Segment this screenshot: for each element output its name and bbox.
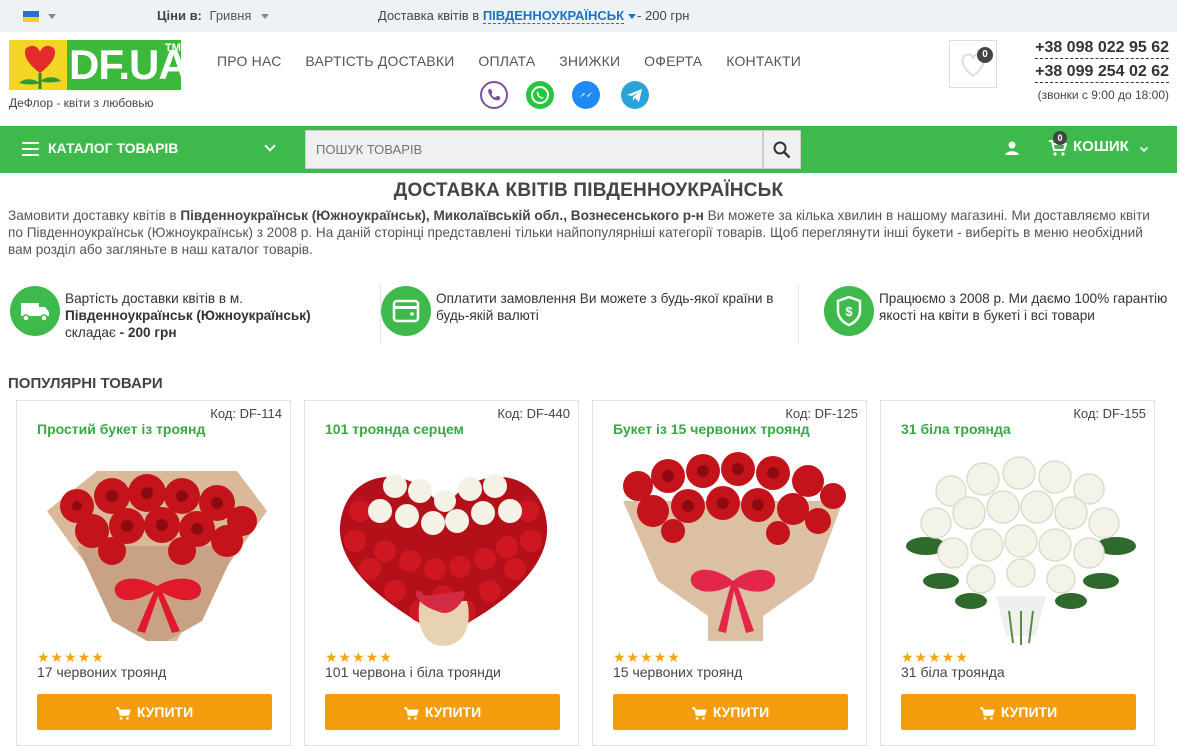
buy-label: КУПИТИ — [424, 704, 482, 720]
product-name[interactable]: Простий букет із троянд — [37, 421, 205, 437]
cart-icon — [691, 707, 707, 720]
feature-2-text: Оплатити замовлення Ви можете з будь-яко… — [436, 291, 774, 323]
nav-item-offer[interactable]: ОФЕРТА — [644, 53, 702, 69]
buy-label: КУПИТИ — [712, 704, 770, 720]
phone-2[interactable]: +38 099 254 02 62 — [1035, 62, 1169, 83]
search-button[interactable] — [763, 130, 801, 169]
product-card[interactable]: Код: DF-114 Простий букет із троянд ★★★★… — [16, 400, 291, 746]
product-subtitle: 101 червона і біла троянди — [325, 664, 501, 680]
intro-part: Замовити доставку квітів в — [8, 208, 181, 223]
product-subtitle: 17 червоних троянд — [37, 664, 167, 680]
delivery-price: - 200 грн — [637, 8, 690, 23]
product-code: Код: DF-114 — [210, 406, 282, 421]
buy-button[interactable]: КУПИТИ — [613, 694, 848, 730]
ukraine-flag-icon[interactable] — [23, 11, 39, 22]
nav-item-about[interactable]: ПРО НАС — [217, 53, 282, 69]
chevron-down-icon[interactable] — [264, 140, 276, 152]
language-dropdown-caret-icon[interactable] — [48, 14, 56, 19]
cart-icon — [403, 707, 419, 720]
delivery-text: Доставка квітів в — [378, 8, 480, 23]
feature-1-price: - 200 грн — [119, 325, 177, 340]
nav-item-payment[interactable]: ОПЛАТА — [478, 53, 535, 69]
popular-title: ПОПУЛЯРНІ ТОВАРИ — [8, 375, 163, 392]
feature-3-text: Працюємо з 2008 р. Ми даємо 100% гаранті… — [879, 291, 1168, 323]
buy-button[interactable]: КУПИТИ — [37, 694, 272, 730]
cart-count: 0 — [1053, 131, 1067, 145]
product-card[interactable]: Код: DF-155 31 біла троянда ★★★★★ 31 біл… — [880, 400, 1155, 746]
nav-bar: КАТАЛОГ ТОВАРІВ 0 КОШИК — [0, 126, 1177, 173]
phone-1[interactable]: +38 098 022 95 62 — [1035, 38, 1169, 59]
nav-item-discounts[interactable]: ЗНИЖКИ — [559, 53, 620, 69]
chevron-down-icon[interactable] — [628, 14, 637, 20]
product-image[interactable] — [613, 451, 853, 646]
catalog-button[interactable]: КАТАЛОГ ТОВАРІВ — [22, 140, 178, 156]
product-name[interactable]: 31 біла троянда — [901, 421, 1011, 437]
page-title: ДОСТАВКА КВІТІВ ПІВДЕННОУКРАЇНСЬК — [393, 180, 784, 201]
prices-label: Ціни в: — [157, 8, 202, 23]
product-image[interactable] — [37, 451, 277, 646]
whatsapp-icon[interactable] — [526, 81, 554, 109]
buy-button[interactable]: КУПИТИ — [325, 694, 560, 730]
feature-1-city: Південноукраїнськ (Южноукраїнськ) — [65, 308, 311, 323]
currency-value[interactable]: Гривня — [210, 8, 252, 23]
wallet-icon — [381, 286, 431, 336]
heart-flower-icon — [19, 45, 61, 89]
cart-icon — [979, 707, 995, 720]
site-logo[interactable]: DF.UA TM — [9, 40, 189, 90]
menu-icon — [22, 142, 39, 156]
svg-text:$: $ — [845, 304, 853, 319]
product-subtitle: 31 біла троянда — [901, 664, 1005, 680]
wishlist-button[interactable]: 0 — [949, 40, 997, 88]
product-image[interactable] — [325, 451, 565, 646]
product-card[interactable]: Код: DF-125 Букет із 15 червоних троянд … — [592, 400, 867, 746]
buy-label: КУПИТИ — [136, 704, 194, 720]
phones-block: +38 098 022 95 62 +38 099 254 02 62 (зво… — [1016, 38, 1169, 102]
product-name[interactable]: 101 троянда серцем — [325, 421, 464, 437]
user-icon[interactable] — [1004, 140, 1020, 156]
intro-text: Замовити доставку квітів в Південноукраї… — [8, 207, 1168, 258]
product-subtitle: 15 червоних троянд — [613, 664, 743, 680]
shield-dollar-icon: $ — [824, 286, 874, 336]
product-code: Код: DF-440 — [497, 406, 570, 421]
nav-item-delivery-cost[interactable]: ВАРТІСТЬ ДОСТАВКИ — [305, 53, 454, 69]
intro-bold: Південноукраїнськ (Южноукраїнськ), Микол… — [180, 208, 704, 223]
main-nav: ПРО НАС ВАРТІСТЬ ДОСТАВКИ ОПЛАТА ЗНИЖКИ … — [217, 53, 821, 69]
telegram-icon[interactable] — [621, 81, 649, 109]
nav-item-contacts[interactable]: КОНТАКТИ — [726, 53, 801, 69]
cart-label: КОШИК — [1073, 138, 1129, 155]
product-image[interactable] — [901, 451, 1141, 646]
product-card[interactable]: Код: DF-440 101 троянда серцем ★★★★★ 101… — [304, 400, 579, 746]
call-hours: (звонки с 9:00 до 18:00) — [1037, 88, 1169, 102]
chevron-down-icon[interactable] — [261, 14, 270, 20]
viber-icon[interactable] — [480, 81, 508, 109]
tagline: ДеФлор - квіти з любовью — [9, 96, 154, 110]
wishlist-count: 0 — [977, 47, 993, 63]
feature-1-text: Вартість доставки квітів в м. — [65, 291, 244, 306]
feature-1-text-b: складає — [65, 325, 120, 340]
top-bar: Ціни в: Гривня Доставка квітів в ПІВДЕНН… — [0, 0, 1177, 32]
search-input[interactable] — [305, 130, 763, 169]
messenger-icon[interactable] — [572, 81, 600, 109]
currency-selector[interactable]: Ціни в: Гривня — [157, 8, 270, 23]
catalog-label: КАТАЛОГ ТОВАРІВ — [48, 140, 179, 156]
delivery-info: Доставка квітів в ПІВДЕННОУКРАЇНСЬК - 200… — [378, 8, 690, 24]
logo-tm: TM — [165, 42, 181, 54]
truck-icon — [10, 286, 60, 336]
divider — [798, 284, 799, 344]
city-selector[interactable]: ПІВДЕННОУКРАЇНСЬК — [482, 8, 625, 24]
buy-button[interactable]: КУПИТИ — [901, 694, 1136, 730]
product-code: Код: DF-155 — [1073, 406, 1146, 421]
buy-label: КУПИТИ — [1000, 704, 1058, 720]
product-name[interactable]: Букет із 15 червоних троянд — [613, 421, 810, 437]
product-code: Код: DF-125 — [785, 406, 858, 421]
cart-icon — [115, 707, 131, 720]
search-icon — [773, 141, 791, 159]
cart-button[interactable]: 0 КОШИК — [1049, 131, 1129, 156]
